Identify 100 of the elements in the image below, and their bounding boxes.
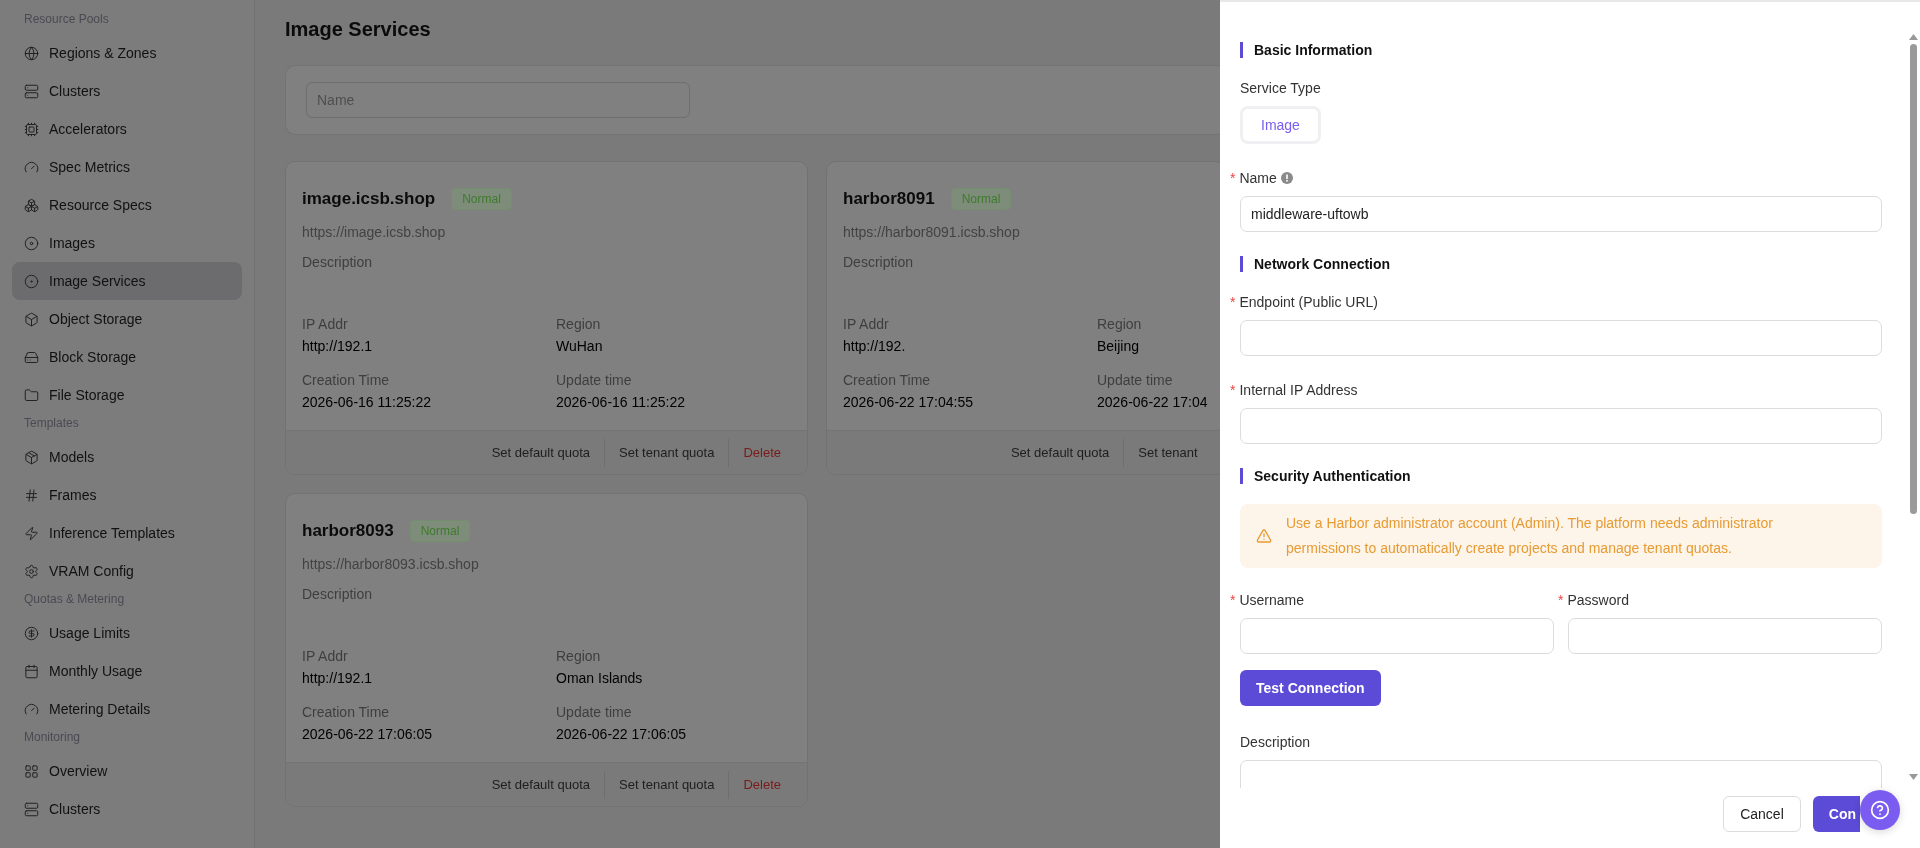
field-label: Internal IP Address — [1239, 381, 1358, 400]
scrollbar-thumb[interactable] — [1909, 44, 1917, 514]
nav-item[interactable]: Accelerators — [12, 110, 242, 148]
nav-item-label: VRAM Config — [49, 563, 134, 579]
cancel-button[interactable]: Cancel — [1723, 796, 1801, 832]
drive-icon — [24, 349, 39, 365]
nav-item[interactable]: Metering Details — [12, 690, 242, 728]
nav-item[interactable]: Block Storage — [12, 338, 242, 376]
status-badge: Normal — [950, 188, 1012, 210]
field-label: IP Addr — [843, 316, 890, 332]
card-action-link[interactable]: Delete — [728, 438, 795, 467]
nav-item-label: Models — [49, 449, 95, 465]
required-mark: * — [1230, 169, 1236, 188]
nav-item-label: Clusters — [49, 83, 101, 99]
field-value: 2026-06-16 11:25:22 — [302, 394, 432, 410]
nav-item[interactable]: Regions & Zones — [12, 34, 242, 72]
nav-item[interactable]: Clusters — [12, 790, 242, 828]
input-field[interactable]: middleware-uftowb — [1240, 196, 1882, 232]
required-mark: * — [1558, 591, 1564, 610]
service-description: Description — [843, 254, 914, 270]
page-title: Image Services — [285, 18, 432, 41]
nav-item[interactable]: Monthly Usage — [12, 652, 242, 690]
nav-item[interactable]: Usage Limits — [12, 614, 242, 652]
field-value: 2026-06-16 11:25:22 — [556, 394, 686, 410]
input-field[interactable] — [1240, 618, 1554, 654]
nav-item[interactable]: Image Services — [12, 262, 242, 300]
nav-item[interactable]: File Storage — [12, 376, 242, 414]
field-label: Update time — [556, 372, 633, 388]
field-value: 2026-06-22 17:04:55 — [843, 394, 974, 410]
service-url: https://image.icsb.shop — [302, 224, 447, 240]
card-action-link[interactable]: Set default quota — [996, 438, 1124, 467]
service-url: https://harbor8091.icsb.shop — [843, 224, 1021, 240]
service-name: image.icsb.shop — [302, 189, 436, 209]
field-label: Password — [1567, 591, 1629, 610]
field-label: Service Type — [1240, 79, 1321, 98]
nav-item-label: Resource Specs — [49, 197, 152, 213]
gear-icon — [24, 563, 39, 579]
cube-icon — [24, 311, 39, 327]
nav-item[interactable]: Inference Templates — [12, 514, 242, 552]
input-field[interactable] — [1568, 618, 1882, 654]
section-title: Security Authentication — [1240, 468, 1882, 484]
card-action-link[interactable]: Set default quota — [477, 770, 604, 799]
field-value: Beijing — [1097, 338, 1141, 354]
nav-item[interactable]: Spec Metrics — [12, 148, 242, 186]
gauge-icon — [24, 701, 39, 717]
field-label: Creation Time — [843, 372, 932, 388]
target-icon — [24, 273, 39, 289]
service-name: harbor8093 — [302, 521, 394, 541]
nav-item[interactable]: Models — [12, 438, 242, 476]
required-mark: * — [1230, 591, 1236, 610]
card-action-link[interactable]: Set tenant — [1123, 438, 1212, 467]
nav-item[interactable]: Clusters — [12, 72, 242, 110]
help-button[interactable] — [1860, 790, 1900, 830]
field-label: Description — [1240, 733, 1311, 752]
field-label: Update time — [1097, 372, 1174, 388]
nav-item-label: Regions & Zones — [49, 45, 157, 61]
confirm-button[interactable]: Con — [1812, 796, 1860, 832]
warning-icon — [1256, 528, 1272, 544]
input-field[interactable] — [1240, 408, 1882, 444]
nav-item[interactable]: Frames — [12, 476, 242, 514]
nav-item-label: Clusters — [49, 801, 101, 817]
help-icon — [1870, 800, 1890, 820]
status-badge: Normal — [451, 188, 512, 210]
required-mark: * — [1230, 293, 1236, 312]
nav-item-label: Image Services — [49, 273, 146, 289]
nav-item[interactable]: Images — [12, 224, 242, 262]
field-value: Oman Islands — [556, 670, 644, 686]
test-connection-button[interactable]: Test Connection — [1240, 670, 1381, 706]
service-url: https://harbor8093.icsb.shop — [302, 556, 480, 572]
nav-item-label: Frames — [49, 487, 97, 503]
nav-item-label: Accelerators — [49, 121, 127, 137]
dollar-icon — [24, 625, 39, 641]
field-label: Username — [1239, 591, 1305, 610]
nav-item[interactable]: Overview — [12, 752, 242, 790]
nav-item-label: Metering Details — [49, 701, 151, 717]
nav-item-label: Object Storage — [49, 311, 143, 327]
field-label: IP Addr — [302, 316, 349, 332]
input-field[interactable] — [1240, 320, 1882, 356]
warning-text: Use a Harbor administrator account (Admin). The platform needs administrator permissions to automatically create projects and manage tenant quotas. — [1286, 514, 1774, 558]
card-action-link[interactable]: Set default quota — [477, 438, 604, 467]
nav-item-label: Block Storage — [49, 349, 137, 365]
nav-item-label: Inference Templates — [49, 525, 175, 541]
card-action-link[interactable]: Delete — [728, 770, 795, 799]
cube-icon — [24, 449, 39, 465]
card-action-link[interactable]: Set tenant quota — [604, 770, 729, 799]
nav-item[interactable]: Resource Specs — [12, 186, 242, 224]
field-value: http://192.1 — [302, 670, 374, 686]
field-label: Update time — [556, 704, 633, 720]
nav-item[interactable]: VRAM Config — [12, 552, 242, 590]
service-description: Description — [302, 254, 373, 270]
nav-item-label: Images — [49, 235, 95, 251]
nav-item[interactable]: Object Storage — [12, 300, 242, 338]
scroll-down-icon — [1908, 774, 1918, 780]
field-label: Region — [1097, 316, 1143, 332]
service-name: harbor8091 — [843, 189, 935, 209]
service-type-option[interactable]: Image — [1240, 106, 1321, 144]
card-action-link[interactable]: Set tenant quota — [604, 438, 729, 467]
nav-item-label: Spec Metrics — [49, 159, 130, 175]
nav-item-label: File Storage — [49, 387, 125, 403]
server-icon — [24, 83, 39, 99]
